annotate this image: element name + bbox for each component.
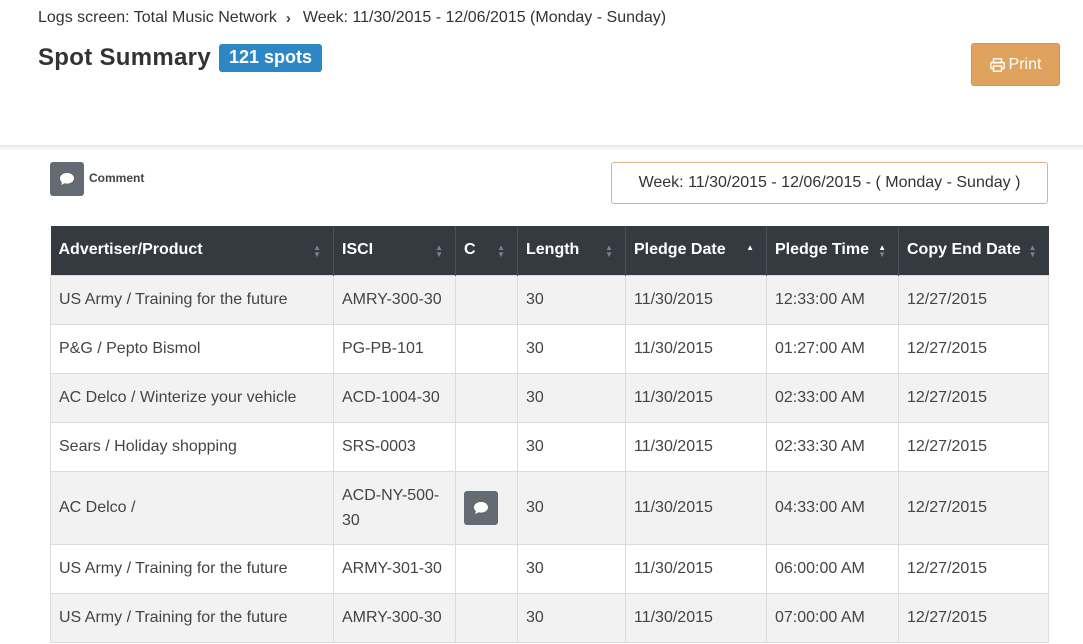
sort-icon: ▲ ▼ [605,243,613,259]
cell-pledge-date: 11/30/2015 [625,421,767,472]
comment-legend-label: Comment [89,171,145,185]
cell-length: 30 [517,592,626,643]
cell-isci: ARMY-301-30 [333,543,456,594]
title-row: Spot Summary 121 spots [38,44,323,72]
print-label: Print [1008,55,1042,73]
cell-advertiser: US Army / Training for the future [50,274,334,325]
column-header-copy-end-date[interactable]: Copy End Date ▲ ▼ [898,226,1049,275]
cell-copy-end-date: 12/27/2015 [898,274,1049,325]
spot-table: Advertiser/Product ▲ ▼ ISCI ▲ ▼ C ▲ ▼ Length ▲ ▼… [50,226,1049,643]
cell-advertiser: P&G / Pepto Bismol [50,323,334,374]
cell-length: 30 [517,543,626,594]
cell-length: 30 [517,274,626,325]
breadcrumb: Logs screen: Total Music Network › Week:… [38,9,666,27]
cell-pledge-date: 11/30/2015 [625,323,767,374]
column-header-isci[interactable]: ISCI ▲ ▼ [333,226,456,275]
cell-length: 30 [517,470,626,545]
cell-pledge-time: 12:33:00 AM [766,274,899,325]
cell-pledge-time: 02:33:30 AM [766,421,899,472]
cell-pledge-date: 11/30/2015 [625,592,767,643]
cell-comment [455,323,518,374]
sort-icon: ▲ ▼ [878,243,886,259]
cell-pledge-date: 11/30/2015 [625,470,767,545]
cell-advertiser: Sears / Holiday shopping [50,421,334,472]
breadcrumb-separator: › [285,9,291,27]
cell-pledge-date: 11/30/2015 [625,372,767,423]
breadcrumb-screen[interactable]: Logs screen: Total Music Network [38,9,277,27]
week-selector[interactable]: Week: 11/30/2015 - 12/06/2015 - ( Monday… [611,162,1048,204]
table-row[interactable]: US Army / Training for the future AMRY-3… [50,274,1049,325]
table-row[interactable]: Sears / Holiday shopping SRS-0003 30 11/… [50,421,1049,472]
cell-advertiser: US Army / Training for the future [50,543,334,594]
cell-comment [455,543,518,594]
printer-icon [989,57,1005,72]
cell-pledge-time: 01:27:00 AM [766,323,899,374]
cell-advertiser: AC Delco / [50,470,334,545]
table-row[interactable]: US Army / Training for the future AMRY-3… [50,592,1049,643]
page-header: Logs screen: Total Music Network › Week:… [0,0,1083,145]
header-divider [0,145,1083,151]
cell-pledge-time: 02:33:00 AM [766,372,899,423]
cell-pledge-time: 04:33:00 AM [766,470,899,545]
cell-advertiser: AC Delco / Winterize your vehicle [50,372,334,423]
comment-icon [50,162,84,196]
column-header-advertiser[interactable]: Advertiser/Product ▲ ▼ [50,226,334,275]
cell-isci: ACD-1004-30 [333,372,456,423]
cell-isci: SRS-0003 [333,421,456,472]
comment-icon[interactable] [464,490,498,525]
cell-copy-end-date: 12/27/2015 [898,421,1049,472]
cell-isci: AMRY-300-30 [333,274,456,325]
print-button[interactable]: Print [971,43,1060,86]
column-header-pledge-time[interactable]: Pledge Time ▲ ▼ [766,226,899,275]
spot-count-badge: 121 spots [218,44,323,72]
cell-copy-end-date: 12/27/2015 [898,592,1049,643]
cell-advertiser: US Army / Training for the future [50,592,334,643]
cell-pledge-date: 11/30/2015 [625,543,767,594]
cell-comment [455,470,518,545]
cell-comment [455,592,518,643]
sort-icon: ▲ ▼ [313,243,321,259]
column-header-length[interactable]: Length ▲ ▼ [517,226,626,275]
page-title: Spot Summary [38,44,211,71]
cell-pledge-date: 11/30/2015 [625,274,767,325]
column-header-pledge-date[interactable]: Pledge Date ▲ [625,226,767,275]
cell-isci: ACD-NY-500-30 [333,470,456,545]
column-header-comment[interactable]: C ▲ ▼ [455,226,518,275]
cell-isci: AMRY-300-30 [333,592,456,643]
comment-legend: Comment [50,162,144,196]
week-selector-label: Week: 11/30/2015 - 12/06/2015 - ( Monday… [638,174,1021,191]
cell-copy-end-date: 12/27/2015 [898,470,1049,545]
table-row[interactable]: US Army / Training for the future ARMY-3… [50,543,1049,594]
cell-comment [455,274,518,325]
table-header-row: Advertiser/Product ▲ ▼ ISCI ▲ ▼ C ▲ ▼ Length ▲ ▼… [50,226,1049,275]
cell-copy-end-date: 12/27/2015 [898,323,1049,374]
cell-pledge-time: 06:00:00 AM [766,543,899,594]
sort-icon: ▲ [746,243,754,252]
cell-isci: PG-PB-101 [333,323,456,374]
table-row[interactable]: AC Delco / ACD-NY-500-30 30 11/30/2015 0… [50,470,1049,545]
table-row[interactable]: AC Delco / Winterize your vehicle ACD-10… [50,372,1049,423]
cell-copy-end-date: 12/27/2015 [898,543,1049,594]
cell-comment [455,421,518,472]
cell-comment [455,372,518,423]
cell-copy-end-date: 12/27/2015 [898,372,1049,423]
sort-icon: ▲ ▼ [1028,243,1037,259]
breadcrumb-week: Week: 11/30/2015 - 12/06/2015 (Monday - … [302,9,667,26]
cell-length: 30 [517,421,626,472]
sort-icon: ▲ ▼ [497,243,505,259]
cell-pledge-time: 07:00:00 AM [766,592,899,643]
cell-length: 30 [517,372,626,423]
cell-length: 30 [517,323,626,374]
table-row[interactable]: P&G / Pepto Bismol PG-PB-101 30 11/30/20… [50,323,1049,374]
sort-icon: ▲ ▼ [435,243,443,259]
